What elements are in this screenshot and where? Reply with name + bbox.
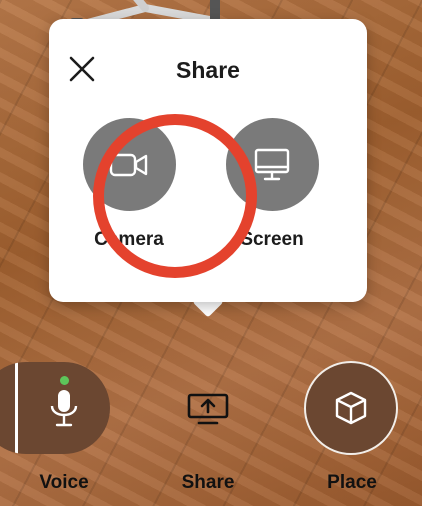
share-screen-option[interactable]: Screen [222, 118, 322, 251]
place-label: Place [327, 472, 377, 493]
microphone-icon [50, 390, 78, 427]
voice-divider [15, 362, 18, 454]
share-camera-option[interactable]: Camera [79, 118, 179, 251]
camera-option-button[interactable] [82, 118, 176, 211]
screen-share-icon [187, 393, 229, 425]
place-button[interactable] [304, 361, 398, 455]
camera-option-label: Camera [94, 229, 164, 250]
video-camera-icon [109, 153, 148, 176]
bottom-toolbar: Voice Share Place [0, 358, 422, 506]
share-toolbar-button[interactable] [186, 392, 230, 426]
voice-label: Voice [39, 472, 89, 493]
voice-button[interactable] [42, 384, 86, 434]
screen-option-button[interactable] [225, 118, 319, 211]
voice-control [0, 362, 110, 454]
screen-option-label: Screen [240, 229, 304, 250]
cube-icon [335, 391, 367, 425]
popup-title: Share [176, 57, 240, 83]
monitor-icon [254, 148, 290, 180]
share-popup: Share Camera Screen [49, 19, 367, 302]
share-label: Share [181, 472, 235, 493]
